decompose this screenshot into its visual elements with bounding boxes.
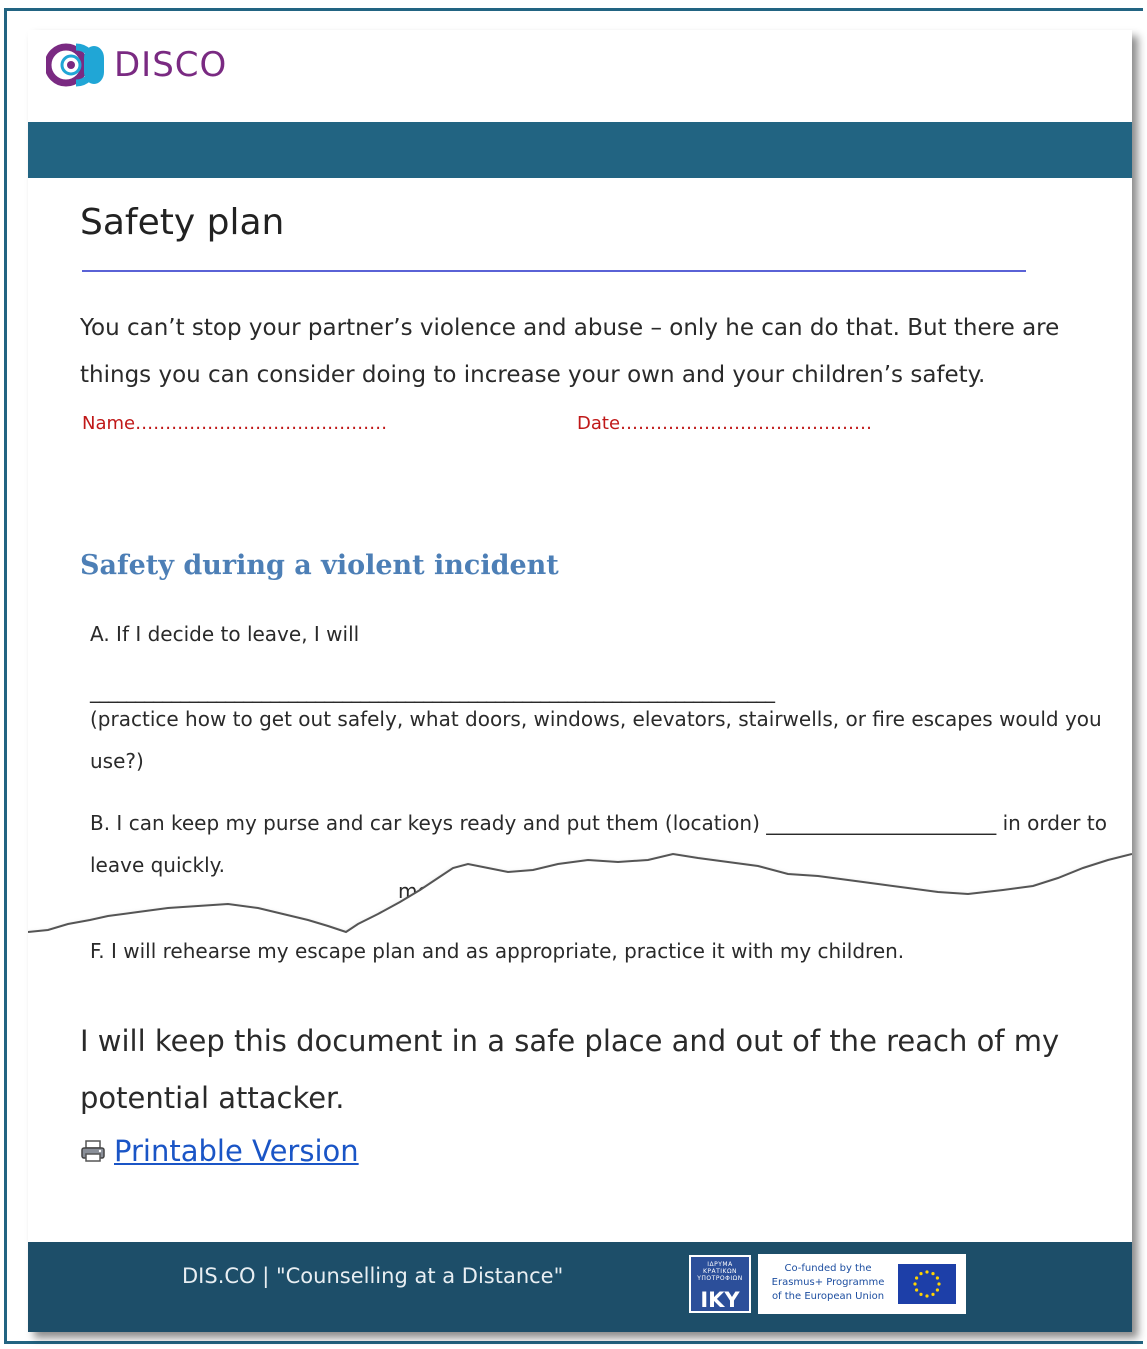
printable-version-row[interactable]: Printable Version bbox=[80, 1134, 359, 1168]
header-banner bbox=[28, 122, 1132, 178]
item-a-note: (practice how to get out safely, what do… bbox=[90, 707, 1102, 773]
printable-version-link[interactable]: Printable Version bbox=[114, 1134, 359, 1168]
eu-flag-icon bbox=[898, 1264, 956, 1304]
name-field[interactable]: Name…………………………………… bbox=[82, 413, 387, 434]
item-e-fragment: money in a suitcase with _______________… bbox=[398, 879, 1041, 903]
title-divider bbox=[82, 270, 1026, 272]
erasmus-text: Co-funded by the Erasmus+ Programme of t… bbox=[771, 1263, 885, 1302]
item-f-text: F. I will rehearse my escape plan and as… bbox=[90, 939, 905, 963]
erasmus-logo: Co-funded by the Erasmus+ Programme of t… bbox=[758, 1254, 966, 1314]
page-title: Safety plan bbox=[80, 202, 285, 243]
iky-label: IKY bbox=[700, 1288, 740, 1312]
disco-logo[interactable]: DISCO bbox=[46, 40, 227, 90]
printer-icon bbox=[81, 1140, 105, 1162]
document-page: DISCO Safety plan You can’t stop your pa… bbox=[28, 30, 1132, 1332]
intro-paragraph: You can’t stop your partner’s violence a… bbox=[80, 315, 1060, 388]
footer-text: DIS.CO | "Counselling at a Distance" bbox=[182, 1264, 564, 1288]
footer: DIS.CO | "Counselling at a Distance" ΙΔΡ… bbox=[28, 1242, 1132, 1332]
date-field[interactable]: Date…………………………………… bbox=[577, 413, 872, 434]
disco-logo-icon bbox=[46, 43, 104, 87]
iky-small-text: ΙΔΡΥΜΑ ΚΡΑΤΙΚΩΝ ΥΠΟΤΡΟΦΙΩΝ bbox=[697, 1261, 743, 1282]
item-a-prompt: A. If I decide to leave, I will bbox=[90, 622, 360, 646]
closing-statement: I will keep this document in a safe plac… bbox=[80, 1024, 1060, 1115]
iky-logo: ΙΔΡΥΜΑ ΚΡΑΤΙΚΩΝ ΥΠΟΤΡΟΦΙΩΝ IKY bbox=[689, 1255, 751, 1313]
section-heading: Safety during a violent incident bbox=[80, 550, 559, 581]
logo-text: DISCO bbox=[114, 45, 228, 85]
